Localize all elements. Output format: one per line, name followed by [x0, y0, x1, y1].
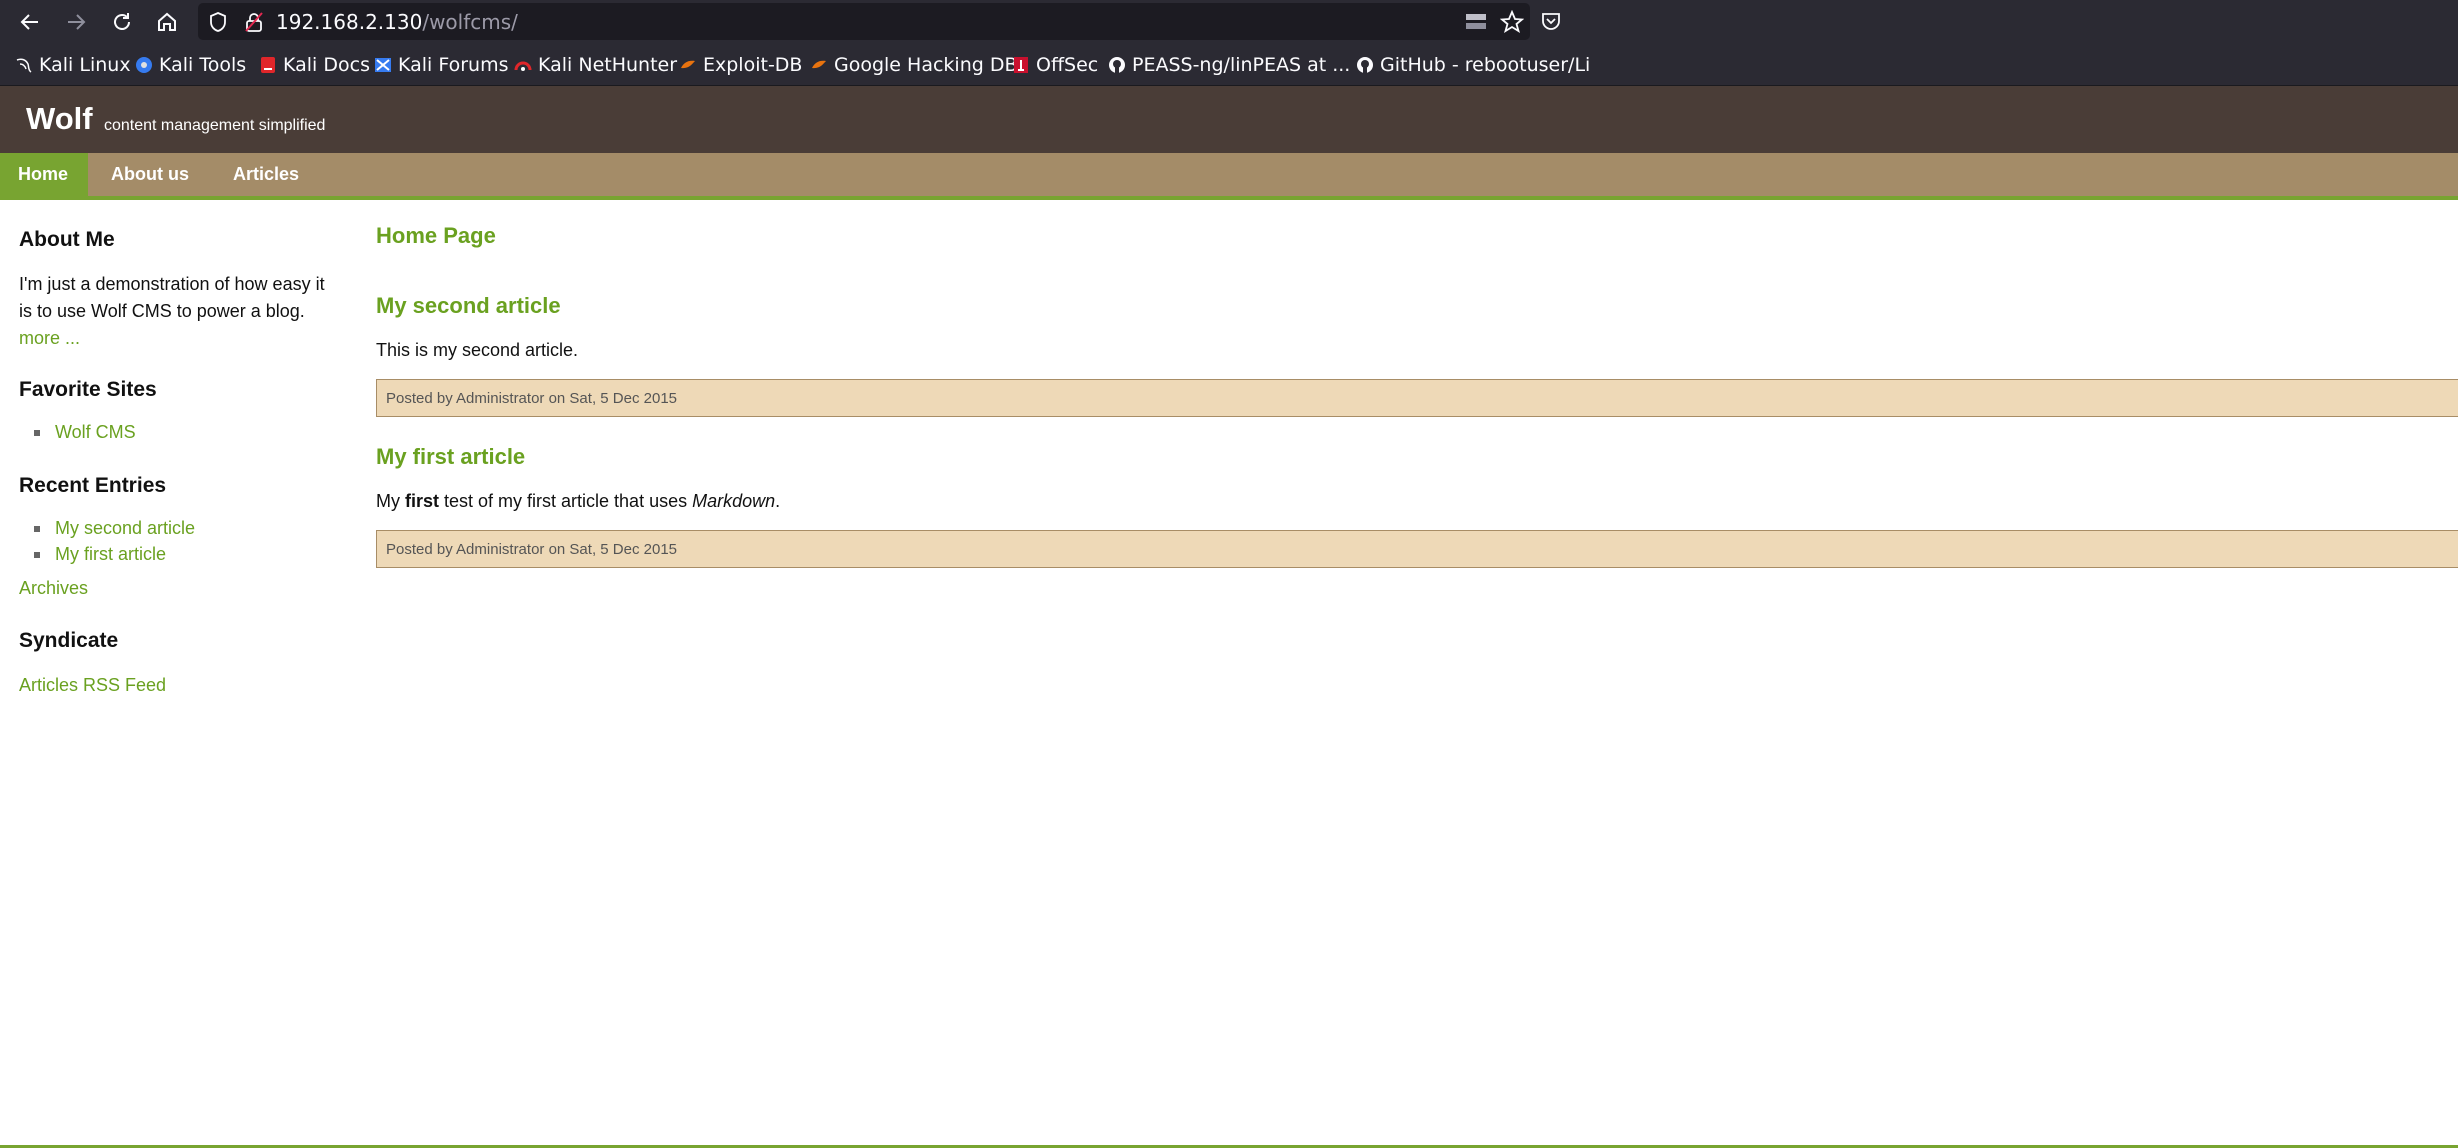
- bullet-icon: [34, 429, 40, 436]
- url-host: 192.168.2.130: [276, 10, 423, 34]
- article-body-bold: first: [405, 491, 440, 511]
- forward-button[interactable]: [60, 6, 92, 38]
- article-body: This is my second article.: [376, 340, 579, 360]
- arrow-right-icon: [68, 14, 86, 30]
- archives-link[interactable]: Archives: [19, 578, 88, 599]
- nav-item-label: Articles: [233, 164, 300, 184]
- bookmark-label: Kali Tools: [159, 54, 247, 76]
- about-text-body: I'm just a demonstration of how easy it …: [19, 274, 325, 321]
- recent-entry-item: My first article: [34, 544, 166, 565]
- about-heading: About Me: [19, 228, 115, 251]
- article-body-text: test of my first article that uses: [439, 491, 693, 511]
- reader-view-icon[interactable]: [1464, 12, 1488, 32]
- bookmark-kali-tools[interactable]: Kali Tools: [135, 53, 246, 77]
- shield-icon: [210, 12, 226, 32]
- insecure-lock-icon: [245, 12, 263, 32]
- nav-item-articles[interactable]: Articles: [215, 153, 317, 196]
- kali-docs-icon: [259, 56, 277, 74]
- article-title[interactable]: My first article: [376, 444, 525, 470]
- home-icon: [158, 12, 176, 31]
- github-icon: [1356, 56, 1374, 74]
- bookmark-label: Google Hacking DB: [834, 54, 1018, 76]
- favorite-sites-heading: Favorite Sites: [19, 378, 157, 401]
- bullet-icon: [34, 551, 40, 558]
- offsec-icon: [1012, 56, 1030, 74]
- bookmark-linpeas[interactable]: PEASS-ng/linPEAS at ...: [1108, 53, 1350, 77]
- article-body-italic: Markdown: [692, 491, 776, 511]
- star-icon[interactable]: [1500, 10, 1524, 34]
- article-meta: Posted by Administrator on Sat, 5 Dec 20…: [386, 390, 677, 407]
- bookmark-kali-nethunter[interactable]: Kali NetHunter: [514, 53, 677, 77]
- nav-divider: [0, 196, 2458, 200]
- kali-dragon-icon: [15, 56, 33, 74]
- nav-item-home[interactable]: Home: [0, 153, 88, 196]
- article-title[interactable]: My second article: [376, 293, 561, 319]
- about-more-link[interactable]: more ...: [19, 328, 80, 348]
- bookmark-kali-linux[interactable]: Kali Linux: [15, 53, 131, 77]
- nav-item-about-us[interactable]: About us: [93, 153, 207, 196]
- bookmark-offsec[interactable]: OffSec: [1012, 53, 1098, 77]
- bookmark-google-hacking-db[interactable]: Google Hacking DB: [810, 53, 1018, 77]
- bookmark-exploit-db[interactable]: Exploit-DB: [679, 53, 802, 77]
- recent-entry-link[interactable]: My second article: [55, 518, 195, 539]
- about-text: I'm just a demonstration of how easy it …: [19, 271, 339, 352]
- browser-toolbar: 192.168.2.130/wolfcms/: [0, 0, 2458, 43]
- back-button[interactable]: [14, 6, 46, 38]
- article-body: My first test of my first article that u…: [376, 491, 780, 512]
- article-meta-bar: Posted by Administrator on Sat, 5 Dec 20…: [376, 379, 2458, 417]
- bookmarks-bar: Kali Linux Kali Tools Kali Docs Kali For…: [0, 43, 2458, 86]
- bookmark-kali-forums[interactable]: Kali Forums: [374, 53, 509, 77]
- reload-icon: [114, 13, 130, 30]
- bookmark-label: Kali Forums: [398, 54, 509, 76]
- recent-entries-heading: Recent Entries: [19, 474, 167, 497]
- site-header: Wolf content management simplified: [0, 86, 2458, 153]
- kali-forums-icon: [374, 56, 392, 74]
- kali-tools-icon: [135, 56, 153, 74]
- page-title: Home Page: [376, 223, 496, 248]
- url-path: /wolfcms/: [422, 10, 518, 34]
- bookmark-kali-docs[interactable]: Kali Docs: [259, 53, 370, 77]
- github-icon: [1108, 56, 1126, 74]
- nav-item-label: Home: [18, 164, 69, 184]
- syndicate-heading: Syndicate: [19, 629, 119, 652]
- ghdb-icon: [810, 56, 828, 74]
- bookmark-label: GitHub - rebootuser/Li: [1380, 54, 1591, 76]
- article-meta: Posted by Administrator on Sat, 5 Dec 20…: [386, 541, 677, 558]
- main-nav: Home About us Articles: [0, 153, 2458, 196]
- nav-item-label: About us: [111, 164, 189, 184]
- url-text: 192.168.2.130/wolfcms/: [276, 10, 518, 34]
- bookmark-label: Kali Linux: [39, 54, 131, 76]
- site-slogan: content management simplified: [104, 117, 326, 134]
- bookmark-github-rebootuser[interactable]: GitHub - rebootuser/Li: [1356, 53, 1590, 77]
- bookmark-label: Exploit-DB: [703, 54, 803, 76]
- bookmark-label: Kali Docs: [283, 54, 370, 76]
- bullet-icon: [34, 525, 40, 532]
- site-title[interactable]: Wolf: [26, 101, 93, 137]
- bookmark-label: PEASS-ng/linPEAS at ...: [1132, 54, 1351, 76]
- recent-entry-item: My second article: [34, 518, 195, 539]
- nethunter-icon: [514, 56, 532, 74]
- favorite-site-item: Wolf CMS: [34, 422, 136, 443]
- arrow-left-icon: [20, 14, 38, 30]
- url-bar[interactable]: 192.168.2.130/wolfcms/: [198, 3, 1530, 40]
- bookmark-label: OffSec: [1036, 54, 1099, 76]
- favorite-site-link[interactable]: Wolf CMS: [55, 422, 136, 443]
- reload-button[interactable]: [106, 6, 138, 38]
- exploit-db-icon: [679, 56, 697, 74]
- article-body-text: .: [775, 491, 781, 511]
- recent-entry-link[interactable]: My first article: [55, 544, 166, 565]
- rss-feed-link[interactable]: Articles RSS Feed: [19, 675, 166, 696]
- bookmark-label: Kali NetHunter: [538, 54, 678, 76]
- pocket-icon[interactable]: [1540, 10, 1562, 32]
- home-button[interactable]: [151, 6, 183, 38]
- article-body-text: My: [376, 491, 405, 511]
- article-meta-bar: Posted by Administrator on Sat, 5 Dec 20…: [376, 530, 2458, 568]
